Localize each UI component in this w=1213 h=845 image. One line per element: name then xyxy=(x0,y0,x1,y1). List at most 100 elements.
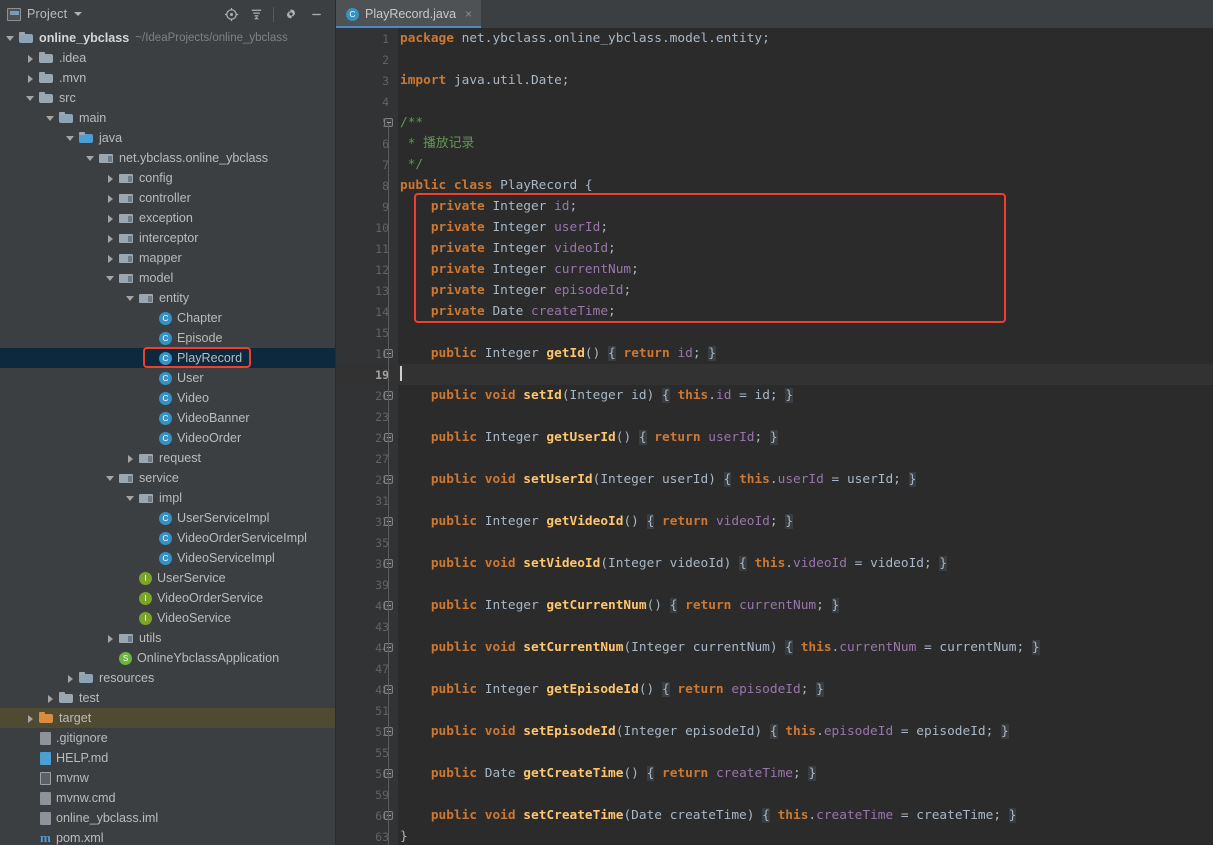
gutter-line-number[interactable]: 1 xyxy=(336,28,398,49)
code-line[interactable]: */ xyxy=(398,154,1213,175)
tree-item-main[interactable]: main xyxy=(0,108,335,128)
tree-toggle-right-icon[interactable] xyxy=(106,214,115,223)
chevron-down-icon[interactable] xyxy=(74,12,83,16)
tree-item-model[interactable]: model xyxy=(0,268,335,288)
tree-toggle-down-icon[interactable] xyxy=(106,274,115,283)
tree-item-impl[interactable]: impl xyxy=(0,488,335,508)
code-line[interactable]: public class PlayRecord { xyxy=(398,175,1213,196)
editor-code-area[interactable]: package net.ybclass.online_ybclass.model… xyxy=(398,28,1213,845)
tree-item-chapter[interactable]: C Chapter xyxy=(0,308,335,328)
tree-toggle-right-icon[interactable] xyxy=(26,714,35,723)
tree-toggle-right-icon[interactable] xyxy=(106,634,115,643)
code-line[interactable]: public void setCreateTime(Date createTim… xyxy=(398,805,1213,826)
tree-item-utils[interactable]: utils xyxy=(0,628,335,648)
tree-item-resources[interactable]: resources xyxy=(0,668,335,688)
code-line[interactable]: public Integer getUserId() { return user… xyxy=(398,427,1213,448)
tree-toggle-right-icon[interactable] xyxy=(106,254,115,263)
tree-item-controller[interactable]: controller xyxy=(0,188,335,208)
code-line[interactable] xyxy=(398,574,1213,595)
code-line[interactable]: public void setVideoId(Integer videoId) … xyxy=(398,553,1213,574)
tree-item-videoorder[interactable]: C VideoOrder xyxy=(0,428,335,448)
editor-gutter[interactable]: 1234567891011121314151619202324272831323… xyxy=(336,28,398,845)
tree-item-service[interactable]: service xyxy=(0,468,335,488)
tree-item-interceptor[interactable]: interceptor xyxy=(0,228,335,248)
code-line[interactable]: public Integer getEpisodeId() { return e… xyxy=(398,679,1213,700)
tree-item-entity[interactable]: entity xyxy=(0,288,335,308)
code-line[interactable]: public Integer getId() { return id; } xyxy=(398,343,1213,364)
tree-item-help-md[interactable]: HELP.md xyxy=(0,748,335,768)
gutter-line-number[interactable]: 4 xyxy=(336,91,398,112)
code-line[interactable] xyxy=(398,742,1213,763)
tree-toggle-down-icon[interactable] xyxy=(126,494,135,503)
tree-item-onlineybclassapplication[interactable]: S OnlineYbclassApplication xyxy=(0,648,335,668)
tree-toggle-down-icon[interactable] xyxy=(106,474,115,483)
tree-toggle-right-icon[interactable] xyxy=(46,694,55,703)
tree-item-userservice[interactable]: I UserService xyxy=(0,568,335,588)
tree-item-userserviceimpl[interactable]: C UserServiceImpl xyxy=(0,508,335,528)
tab-playrecord-java[interactable]: C PlayRecord.java × xyxy=(336,0,482,28)
tree-item-videobanner[interactable]: C VideoBanner xyxy=(0,408,335,428)
code-line[interactable]: private Integer videoId; xyxy=(398,238,1213,259)
code-line[interactable] xyxy=(398,784,1213,805)
code-line[interactable] xyxy=(398,49,1213,70)
tree-toggle-right-icon[interactable] xyxy=(106,234,115,243)
tree-item-request[interactable]: request xyxy=(0,448,335,468)
tree-toggle-right-icon[interactable] xyxy=(26,74,35,83)
code-line[interactable] xyxy=(398,658,1213,679)
code-line[interactable]: private Integer currentNum; xyxy=(398,259,1213,280)
tree-toggle-right-icon[interactable] xyxy=(106,174,115,183)
code-line[interactable] xyxy=(398,490,1213,511)
tree-toggle-down-icon[interactable] xyxy=(46,114,55,123)
code-line[interactable] xyxy=(398,532,1213,553)
tree-item-videoserviceimpl[interactable]: C VideoServiceImpl xyxy=(0,548,335,568)
tree-item-mvnw[interactable]: mvnw xyxy=(0,768,335,788)
code-line[interactable]: public Integer getCurrentNum() { return … xyxy=(398,595,1213,616)
code-line[interactable]: public void setEpisodeId(Integer episode… xyxy=(398,721,1213,742)
tree-toggle-down-icon[interactable] xyxy=(66,134,75,143)
code-line[interactable]: package net.ybclass.online_ybclass.model… xyxy=(398,28,1213,49)
tree-toggle-right-icon[interactable] xyxy=(66,674,75,683)
code-line[interactable] xyxy=(398,448,1213,469)
locate-icon[interactable] xyxy=(220,3,242,25)
tree-item-src[interactable]: src xyxy=(0,88,335,108)
tree-item--gitignore[interactable]: .gitignore xyxy=(0,728,335,748)
gear-icon[interactable] xyxy=(280,3,302,25)
tree-toggle-down-icon[interactable] xyxy=(26,94,35,103)
tree-item-videoservice[interactable]: I VideoService xyxy=(0,608,335,628)
gutter-line-number[interactable]: 3 xyxy=(336,70,398,91)
tree-item-mapper[interactable]: mapper xyxy=(0,248,335,268)
tree-item-videoorderservice[interactable]: I VideoOrderService xyxy=(0,588,335,608)
tree-item-pom-xml[interactable]: pom.xml xyxy=(0,828,335,845)
tree-item-videoorderserviceimpl[interactable]: C VideoOrderServiceImpl xyxy=(0,528,335,548)
tree-item-playrecord[interactable]: C PlayRecord xyxy=(0,348,335,368)
tree-item-user[interactable]: C User xyxy=(0,368,335,388)
tree-toggle-down-icon[interactable] xyxy=(126,294,135,303)
tree-item--idea[interactable]: .idea xyxy=(0,48,335,68)
tree-toggle-right-icon[interactable] xyxy=(126,454,135,463)
tree-item-net-ybclass-online-ybclass[interactable]: net.ybclass.online_ybclass xyxy=(0,148,335,168)
code-line[interactable]: public void setCurrentNum(Integer curren… xyxy=(398,637,1213,658)
tree-item-video[interactable]: C Video xyxy=(0,388,335,408)
tree-toggle-down-icon[interactable] xyxy=(86,154,95,163)
gutter-line-number[interactable]: 2 xyxy=(336,49,398,70)
code-line[interactable]: /** xyxy=(398,112,1213,133)
code-line[interactable] xyxy=(398,616,1213,637)
tree-item-episode[interactable]: C Episode xyxy=(0,328,335,348)
code-line[interactable]: } xyxy=(398,826,1213,845)
code-line[interactable]: public Date getCreateTime() { return cre… xyxy=(398,763,1213,784)
tree-item-target[interactable]: target xyxy=(0,708,335,728)
code-line[interactable]: public void setUserId(Integer userId) { … xyxy=(398,469,1213,490)
tree-item-mvnw-cmd[interactable]: mvnw.cmd xyxy=(0,788,335,808)
tree-item-online-ybclass-iml[interactable]: online_ybclass.iml xyxy=(0,808,335,828)
code-line[interactable]: private Date createTime; xyxy=(398,301,1213,322)
tree-toggle-down-icon[interactable] xyxy=(6,34,15,43)
code-line[interactable] xyxy=(398,364,1213,385)
code-line[interactable] xyxy=(398,406,1213,427)
code-line[interactable]: import java.util.Date; xyxy=(398,70,1213,91)
tree-item--mvn[interactable]: .mvn xyxy=(0,68,335,88)
tree-item-config[interactable]: config xyxy=(0,168,335,188)
code-line[interactable] xyxy=(398,322,1213,343)
code-line[interactable] xyxy=(398,91,1213,112)
tree-item-online-ybclass[interactable]: online_ybclass ~/IdeaProjects/online_ybcl… xyxy=(0,28,335,48)
tree-toggle-right-icon[interactable] xyxy=(106,194,115,203)
